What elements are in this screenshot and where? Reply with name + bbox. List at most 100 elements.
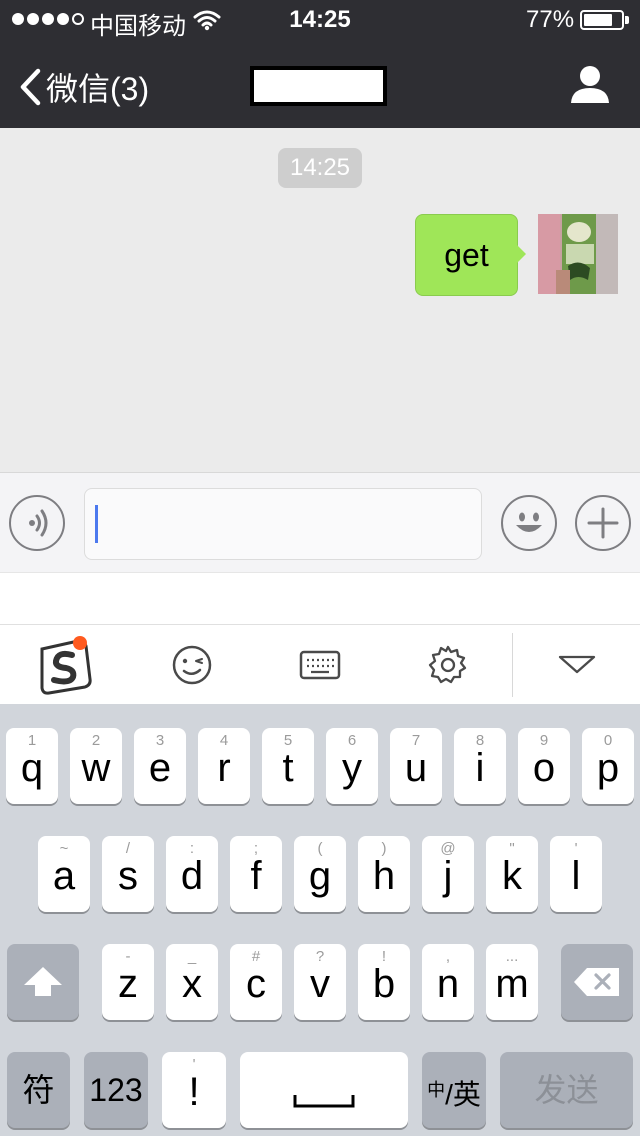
key-letter: l — [571, 854, 581, 898]
space-key[interactable] — [240, 1052, 408, 1128]
key-k[interactable]: " k — [486, 836, 538, 912]
key-t[interactable]: 5t — [262, 728, 314, 804]
key-letter: y — [342, 746, 362, 790]
key-letter: z — [118, 962, 138, 1006]
key-y[interactable]: 6y — [326, 728, 378, 804]
key-q[interactable]: 1q — [6, 728, 58, 804]
key-letter: b — [372, 962, 396, 1006]
key-letter: o — [532, 746, 556, 790]
key-letter: j — [443, 854, 453, 898]
key-letter: h — [372, 854, 396, 898]
key-u[interactable]: 7u — [390, 728, 442, 804]
key-c[interactable]: # c — [230, 944, 282, 1020]
key-letter: v — [310, 962, 330, 1006]
key-letter: a — [52, 854, 76, 898]
key-m[interactable]: ... m — [486, 944, 538, 1020]
key-letter: m — [495, 962, 529, 1006]
key-z[interactable]: -z — [102, 944, 154, 1020]
key-b[interactable]: ! b — [358, 944, 410, 1020]
key-g[interactable]: (g — [294, 836, 346, 912]
key-f[interactable]: ; f — [230, 836, 282, 912]
key-letter: c — [246, 962, 266, 1006]
key-letter: e — [148, 746, 172, 790]
sogou-logo-button[interactable] — [34, 636, 94, 695]
key-letter: g — [308, 854, 332, 898]
emoji-button[interactable] — [501, 495, 557, 551]
chat-area[interactable]: 14:25 get — [0, 128, 640, 472]
key-letter: r — [217, 746, 231, 790]
key-o[interactable]: 9o — [518, 728, 570, 804]
message-timestamp: 14:25 — [278, 148, 362, 188]
key-letter: q — [20, 746, 44, 790]
message-input[interactable] — [84, 488, 482, 560]
shift-icon — [24, 967, 62, 996]
plus-button[interactable] — [575, 495, 631, 551]
ime-settings-button[interactable] — [418, 637, 478, 693]
key-l[interactable]: ' l — [550, 836, 602, 912]
back-button[interactable]: 微信(3) — [18, 64, 149, 110]
key-letter: p — [596, 746, 620, 790]
key-i[interactable]: 8i — [454, 728, 506, 804]
symbol-key[interactable]: 符 — [7, 1052, 70, 1128]
back-label: 微信(3) — [46, 71, 150, 107]
status-bar: 中国移动 14:25 77% — [0, 0, 640, 40]
ime-collapse-button[interactable] — [547, 637, 607, 693]
key-n[interactable]: ,n — [422, 944, 474, 1020]
delete-key[interactable] — [561, 944, 633, 1020]
ime-emoji-button[interactable] — [162, 637, 222, 693]
voice-icon — [29, 509, 48, 537]
send-key[interactable]: 发送 — [500, 1052, 633, 1128]
avatar[interactable] — [538, 214, 618, 294]
key-x[interactable]: _ x — [166, 944, 218, 1020]
number-key[interactable]: 123 — [84, 1052, 148, 1128]
key-e[interactable]: 3e — [134, 728, 186, 804]
gear-icon — [428, 645, 467, 684]
wink-icon — [172, 645, 212, 685]
nav-bar: 微信(3) — [0, 40, 640, 128]
sogou-logo-icon — [40, 636, 92, 695]
text-caret — [95, 505, 98, 543]
keyboard-icon — [299, 650, 341, 680]
key-h[interactable]: ) h — [358, 836, 410, 912]
ime-candidate-strip — [0, 572, 640, 624]
key-letter: t — [282, 746, 294, 790]
input-bar — [0, 472, 640, 572]
ime-toolbar — [0, 624, 640, 704]
key-letter: i — [475, 746, 485, 790]
key-letter: w — [81, 746, 111, 790]
emoji-icon — [516, 512, 542, 532]
key-letter: f — [250, 854, 262, 898]
shift-key[interactable] — [7, 944, 79, 1020]
redacted-title — [250, 66, 387, 106]
key-letter: d — [180, 854, 204, 898]
key-letter: x — [182, 962, 202, 1006]
bubble-tail — [516, 244, 526, 264]
profile-icon[interactable] — [570, 64, 610, 104]
message-bubble[interactable]: get — [415, 214, 518, 296]
triangle-down-icon — [558, 655, 596, 674]
key-a[interactable]: ~ a — [38, 836, 90, 912]
punctuation-key[interactable]: ' ! — [162, 1052, 226, 1128]
ime-keyboard-button[interactable] — [290, 637, 350, 693]
key-w[interactable]: 2w — [70, 728, 122, 804]
plus-icon — [587, 507, 619, 539]
space-icon — [293, 1095, 355, 1108]
battery-percent: 77% — [526, 6, 575, 33]
delete-icon — [574, 968, 619, 996]
key-letter: k — [502, 854, 522, 898]
key-r[interactable]: 4r — [198, 728, 250, 804]
toolbar-divider — [512, 633, 513, 697]
key-s[interactable]: / s — [102, 836, 154, 912]
battery-icon — [580, 10, 629, 30]
key-d[interactable]: :d — [166, 836, 218, 912]
language-switch-key[interactable]: 中/英 — [422, 1052, 486, 1128]
key-letter: u — [404, 746, 428, 790]
key-v[interactable]: ? v — [294, 944, 346, 1020]
keyboard: 1q2w3e4r5t6y7u8i9o0p ~ a / s: d; f(g) h @ j " k ' l … — [0, 704, 640, 1136]
key-letter: s — [118, 854, 138, 898]
key-letter: n — [436, 962, 460, 1006]
key-j[interactable]: @ j — [422, 836, 474, 912]
chevron-left-icon — [20, 68, 41, 106]
key-p[interactable]: 0p — [582, 728, 634, 804]
voice-button[interactable] — [9, 495, 65, 551]
